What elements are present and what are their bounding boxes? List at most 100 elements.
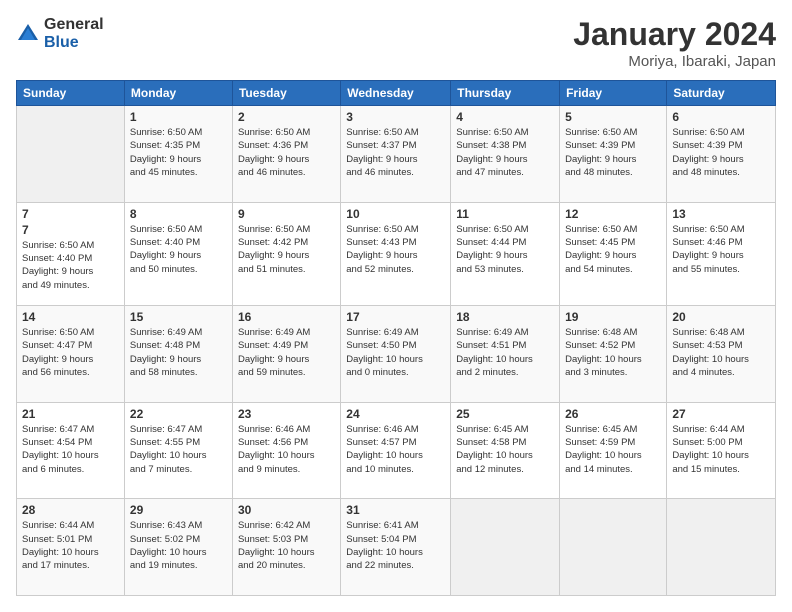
day-info: Sunrise: 6:45 AM Sunset: 4:59 PM Dayligh…: [565, 423, 661, 476]
day-info: Sunrise: 6:47 AM Sunset: 4:55 PM Dayligh…: [130, 423, 227, 476]
calendar-cell: 4 Sunrise: 6:50 AM Sunset: 4:38 PM Daylig…: [451, 106, 560, 203]
header: General Blue January 2024 Moriya, Ibarak…: [16, 16, 776, 70]
weekday-header: Thursday: [451, 81, 560, 106]
logo: General Blue: [16, 16, 104, 51]
weekday-header: Sunday: [17, 81, 125, 106]
calendar-cell: 31 Sunrise: 6:41 AM Sunset: 5:04 PM Dayli…: [341, 499, 451, 596]
logo-icon: [16, 22, 40, 46]
day-number: 5: [565, 110, 661, 124]
calendar-week-row: 7 7 Sunrise: 6:50 AM Sunset: 4:40 PM Dayli…: [17, 202, 776, 305]
day-info: Sunrise: 6:41 AM Sunset: 5:04 PM Dayligh…: [346, 519, 445, 572]
day-info: Sunrise: 6:47 AM Sunset: 4:54 PM Dayligh…: [22, 423, 119, 476]
day-number: 29: [130, 503, 227, 517]
calendar-cell: 11 Sunrise: 6:50 AM Sunset: 4:44 PM Dayli…: [451, 202, 560, 305]
calendar-cell: 20Sunrise: 6:48 AM Sunset: 4:53 PM Dayli…: [667, 306, 776, 403]
calendar-cell: 16 Sunrise: 6:49 AM Sunset: 4:49 PM Dayli…: [232, 306, 340, 403]
calendar-cell: 8Sunrise: 6:50 AM Sunset: 4:40 PM Daylig…: [124, 202, 232, 305]
calendar-cell: 22 Sunrise: 6:47 AM Sunset: 4:55 PM Dayli…: [124, 402, 232, 499]
day-info: Sunrise: 6:48 AM Sunset: 4:53 PM Dayligh…: [672, 326, 770, 379]
day-number: 1: [130, 110, 227, 124]
calendar-cell: 28Sunrise: 6:44 AM Sunset: 5:01 PM Dayli…: [17, 499, 125, 596]
calendar-cell: 3 Sunrise: 6:50 AM Sunset: 4:37 PM Daylig…: [341, 106, 451, 203]
weekday-header: Friday: [560, 81, 667, 106]
calendar-cell: [17, 106, 125, 203]
calendar-cell: [451, 499, 560, 596]
calendar-cell: 17 Sunrise: 6:49 AM Sunset: 4:50 PM Dayli…: [341, 306, 451, 403]
day-number: 18: [456, 310, 554, 324]
day-info: Sunrise: 6:50 AM Sunset: 4:47 PM Dayligh…: [22, 326, 119, 379]
day-number: 7: [22, 207, 119, 221]
day-info: Sunrise: 6:50 AM Sunset: 4:35 PM Dayligh…: [130, 126, 227, 179]
logo-blue: Blue: [44, 34, 104, 52]
day-info: Sunrise: 6:45 AM Sunset: 4:58 PM Dayligh…: [456, 423, 554, 476]
calendar-cell: 9Sunrise: 6:50 AM Sunset: 4:42 PM Daylig…: [232, 202, 340, 305]
day-number: 15: [130, 310, 227, 324]
calendar-table: SundayMondayTuesdayWednesdayThursdayFrid…: [16, 80, 776, 596]
day-info: Sunrise: 6:43 AM Sunset: 5:02 PM Dayligh…: [130, 519, 227, 572]
calendar-cell: 19Sunrise: 6:48 AM Sunset: 4:52 PM Dayli…: [560, 306, 667, 403]
day-number: 11: [456, 207, 554, 221]
day-info: Sunrise: 6:42 AM Sunset: 5:03 PM Dayligh…: [238, 519, 335, 572]
day-number: 22: [130, 407, 227, 421]
day-number: 23: [238, 407, 335, 421]
day-number: 2: [238, 110, 335, 124]
day-number: 28: [22, 503, 119, 517]
title-block: January 2024 Moriya, Ibaraki, Japan: [573, 16, 776, 70]
day-number: 21: [22, 407, 119, 421]
day-info: Sunrise: 6:49 AM Sunset: 4:49 PM Dayligh…: [238, 326, 335, 379]
weekday-header: Saturday: [667, 81, 776, 106]
day-number: 3: [346, 110, 445, 124]
calendar-cell: 25 Sunrise: 6:45 AM Sunset: 4:58 PM Dayli…: [451, 402, 560, 499]
day-number: 6: [672, 110, 770, 124]
day-info: Sunrise: 6:50 AM Sunset: 4:38 PM Dayligh…: [456, 126, 554, 179]
calendar-cell: 1 Sunrise: 6:50 AM Sunset: 4:35 PM Daylig…: [124, 106, 232, 203]
day-info: Sunrise: 6:44 AM Sunset: 5:00 PM Dayligh…: [672, 423, 770, 476]
logo-text: General Blue: [44, 16, 104, 51]
day-info: Sunrise: 6:48 AM Sunset: 4:52 PM Dayligh…: [565, 326, 661, 379]
page: General Blue January 2024 Moriya, Ibarak…: [0, 0, 792, 612]
calendar-cell: 29 Sunrise: 6:43 AM Sunset: 5:02 PM Dayli…: [124, 499, 232, 596]
day-info: Sunrise: 6:50 AM Sunset: 4:43 PM Dayligh…: [346, 223, 445, 276]
day-number: 25: [456, 407, 554, 421]
logo-general: General: [44, 16, 104, 34]
calendar-subtitle: Moriya, Ibaraki, Japan: [573, 53, 776, 70]
calendar-cell: 27 Sunrise: 6:44 AM Sunset: 5:00 PM Dayli…: [667, 402, 776, 499]
calendar-title: January 2024: [573, 16, 776, 53]
calendar-cell: 26Sunrise: 6:45 AM Sunset: 4:59 PM Dayli…: [560, 402, 667, 499]
day-info: Sunrise: 6:49 AM Sunset: 4:50 PM Dayligh…: [346, 326, 445, 379]
calendar-cell: [667, 499, 776, 596]
day-info: Sunrise: 6:50 AM Sunset: 4:37 PM Dayligh…: [346, 126, 445, 179]
day-info: Sunrise: 6:50 AM Sunset: 4:44 PM Dayligh…: [456, 223, 554, 276]
calendar-cell: 12 Sunrise: 6:50 AM Sunset: 4:45 PM Dayli…: [560, 202, 667, 305]
day-number: 24: [346, 407, 445, 421]
day-info: Sunrise: 6:50 AM Sunset: 4:39 PM Dayligh…: [672, 126, 770, 179]
day-info: Sunrise: 6:50 AM Sunset: 4:46 PM Dayligh…: [672, 223, 770, 276]
calendar-cell: 14 Sunrise: 6:50 AM Sunset: 4:47 PM Dayli…: [17, 306, 125, 403]
day-info: Sunrise: 6:50 AM Sunset: 4:36 PM Dayligh…: [238, 126, 335, 179]
day-info: Sunrise: 6:49 AM Sunset: 4:51 PM Dayligh…: [456, 326, 554, 379]
day-info: Sunrise: 6:49 AM Sunset: 4:48 PM Dayligh…: [130, 326, 227, 379]
day-info: Sunrise: 6:46 AM Sunset: 4:56 PM Dayligh…: [238, 423, 335, 476]
calendar-cell: 13Sunrise: 6:50 AM Sunset: 4:46 PM Dayli…: [667, 202, 776, 305]
calendar-cell: 15 Sunrise: 6:49 AM Sunset: 4:48 PM Dayli…: [124, 306, 232, 403]
calendar-cell: 23 Sunrise: 6:46 AM Sunset: 4:56 PM Dayli…: [232, 402, 340, 499]
weekday-header: Monday: [124, 81, 232, 106]
day-number: 27: [672, 407, 770, 421]
day-number: 14: [22, 310, 119, 324]
day-info: Sunrise: 6:50 AM Sunset: 4:39 PM Dayligh…: [565, 126, 661, 179]
day-info: Sunrise: 6:50 AM Sunset: 4:45 PM Dayligh…: [565, 223, 661, 276]
day-number: 10: [346, 207, 445, 221]
day-info: Sunrise: 6:50 AM Sunset: 4:40 PM Dayligh…: [22, 239, 119, 292]
day-number: 31: [346, 503, 445, 517]
day-number: 12: [565, 207, 661, 221]
day-number: 17: [346, 310, 445, 324]
day-info: Sunrise: 6:50 AM Sunset: 4:40 PM Dayligh…: [130, 223, 227, 276]
day-number: 30: [238, 503, 335, 517]
day-number: 16: [238, 310, 335, 324]
weekday-header: Tuesday: [232, 81, 340, 106]
calendar-week-row: 14 Sunrise: 6:50 AM Sunset: 4:47 PM Dayli…: [17, 306, 776, 403]
calendar-cell: 18 Sunrise: 6:49 AM Sunset: 4:51 PM Dayli…: [451, 306, 560, 403]
day-number: 4: [456, 110, 554, 124]
calendar-week-row: 1 Sunrise: 6:50 AM Sunset: 4:35 PM Daylig…: [17, 106, 776, 203]
day-number: 7: [22, 223, 119, 237]
